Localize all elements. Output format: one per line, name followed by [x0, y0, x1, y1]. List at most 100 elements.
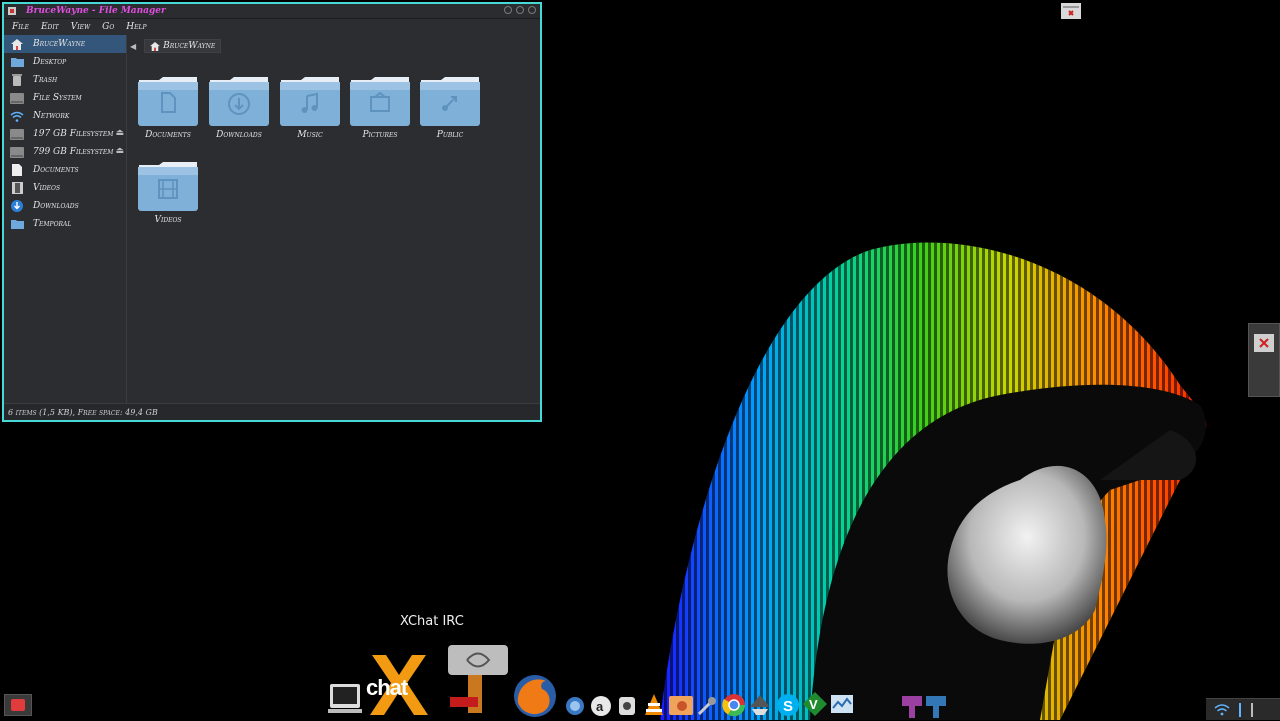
folder-public[interactable]: Public — [415, 76, 485, 140]
gear-icon — [1254, 334, 1274, 352]
file-manager-window: BruceWayne - File Manager File Edit View… — [2, 2, 542, 422]
eject-icon[interactable]: ⏏ — [115, 128, 124, 138]
title-bar[interactable]: BruceWayne - File Manager — [4, 4, 540, 19]
sidebar-item-label: Temporal — [33, 219, 72, 229]
sidebar-item-label: Videos — [33, 183, 61, 193]
menu-view[interactable]: View — [71, 22, 90, 32]
sidebar-item-label: Network — [33, 111, 70, 121]
camera-icon[interactable] — [616, 695, 638, 717]
image-viewer-icon[interactable] — [668, 693, 694, 717]
sidebar-item-label: Desktop — [33, 57, 67, 67]
folder-label: Videos — [154, 215, 182, 225]
paint-tools-icon[interactable] — [900, 692, 948, 718]
home-icon — [10, 38, 24, 50]
folder-label: Documents — [145, 130, 191, 140]
dock: chat a S V — [326, 645, 886, 720]
eject-icon[interactable]: ⏏ — [115, 146, 124, 156]
folder-music[interactable]: Music — [275, 76, 345, 140]
folder-videos[interactable]: Videos — [133, 161, 203, 225]
side-panel-widget[interactable] — [1248, 323, 1280, 397]
folder-pictures[interactable]: Pictures — [345, 76, 415, 140]
system-monitor-icon[interactable] — [830, 693, 854, 717]
folder-label: Pictures — [362, 130, 398, 140]
sidebar-item-label: File System — [33, 93, 82, 103]
document-icon — [138, 77, 198, 126]
notification-icon[interactable] — [1061, 3, 1081, 19]
sidebar-item-799gb-filesystem[interactable]: 799 GB Filesystem ⏏ — [4, 143, 126, 161]
svg-text:V: V — [809, 697, 818, 712]
folder-downloads[interactable]: Downloads — [204, 76, 274, 140]
sidebar-item-downloads[interactable]: Downloads — [4, 197, 126, 215]
minimize-button[interactable] — [504, 6, 512, 14]
sidebar-item-videos[interactable]: Videos — [4, 179, 126, 197]
app-menu-icon — [11, 699, 25, 711]
inkscape-icon[interactable] — [748, 693, 772, 717]
status-bar: 6 items (1,5 KB), Free space: 49,4 GB — [4, 403, 540, 420]
svg-text:a: a — [596, 699, 604, 714]
path-label: BruceWayne — [163, 41, 216, 51]
film-icon — [138, 162, 198, 211]
sidebar-item-label: BruceWayne — [33, 39, 86, 49]
terminal-icon[interactable] — [328, 681, 362, 715]
folder-icon — [10, 56, 24, 68]
menu-edit[interactable]: Edit — [41, 22, 59, 32]
network-manager-icon[interactable] — [564, 695, 586, 717]
sidebar-item-label: Trash — [33, 75, 58, 85]
download-icon — [10, 200, 24, 212]
folder-label: Public — [436, 130, 464, 140]
wifi-icon[interactable] — [1214, 703, 1230, 716]
sidebar-item-197gb-filesystem[interactable]: 197 GB Filesystem ⏏ — [4, 125, 126, 143]
menu-file[interactable]: File — [12, 22, 29, 32]
wifi-icon — [10, 110, 24, 122]
sidebar-item-label: Documents — [33, 165, 79, 175]
xchat-logo-text: chat — [366, 675, 408, 700]
folder-label: Downloads — [216, 130, 262, 140]
window-title: BruceWayne - File Manager — [26, 6, 166, 16]
chrome-icon[interactable] — [722, 693, 746, 717]
menu-bar: File Edit View Go Help — [4, 19, 540, 34]
file-manager-app-icon — [8, 7, 16, 15]
path-bar: ◀ BruceWayne — [130, 38, 222, 54]
trash-icon — [10, 74, 24, 86]
xchat-irc-launcher[interactable]: chat — [364, 649, 434, 717]
sidebar-item-network[interactable]: Network — [4, 107, 126, 125]
skype-icon[interactable]: S — [776, 693, 800, 717]
icon-view: Documents Downloads Music Pictures Publi… — [130, 56, 540, 404]
sidebar-item-label: 799 GB Filesystem — [33, 147, 114, 157]
picture-icon — [350, 77, 410, 126]
sidebar-item-file-system[interactable]: File System — [4, 89, 126, 107]
sidebar-item-temporal[interactable]: Temporal — [4, 215, 126, 233]
places-sidebar: BruceWayne Desktop Trash File System Net… — [4, 35, 127, 405]
back-arrow-icon[interactable]: ◀ — [130, 42, 136, 51]
vlc-icon[interactable] — [642, 693, 666, 717]
document-icon — [10, 164, 24, 176]
folder-documents[interactable]: Documents — [133, 76, 203, 140]
sidebar-item-label: Downloads — [33, 201, 79, 211]
amazon-icon[interactable]: a — [590, 695, 612, 717]
disk-utility-icon[interactable] — [442, 645, 512, 717]
folder-label: Music — [297, 130, 323, 140]
system-tray — [1206, 698, 1280, 720]
start-menu-button[interactable] — [4, 694, 32, 716]
sidebar-item-label: 197 GB Filesystem — [33, 129, 114, 139]
sidebar-item-documents[interactable]: Documents — [4, 161, 126, 179]
drive-icon — [10, 146, 24, 158]
menu-help[interactable]: Help — [126, 22, 146, 32]
drive-icon — [10, 92, 24, 104]
battery-bar-icon[interactable] — [1250, 702, 1254, 717]
sidebar-item-desktop[interactable]: Desktop — [4, 53, 126, 71]
home-icon — [150, 41, 161, 51]
tools-icon[interactable] — [696, 695, 718, 717]
folder-icon — [10, 218, 24, 230]
menu-go[interactable]: Go — [102, 22, 114, 32]
vim-icon[interactable]: V — [802, 691, 828, 717]
firefox-icon[interactable] — [512, 673, 558, 719]
sidebar-item-trash[interactable]: Trash — [4, 71, 126, 89]
sidebar-item-brucewayne[interactable]: BruceWayne — [4, 35, 126, 53]
volume-bar-icon[interactable] — [1238, 702, 1242, 717]
maximize-button[interactable] — [516, 6, 524, 14]
path-button-brucewayne[interactable]: BruceWayne — [144, 39, 222, 53]
close-button[interactable] — [528, 6, 536, 14]
drive-icon — [10, 128, 24, 140]
download-icon — [209, 77, 269, 126]
